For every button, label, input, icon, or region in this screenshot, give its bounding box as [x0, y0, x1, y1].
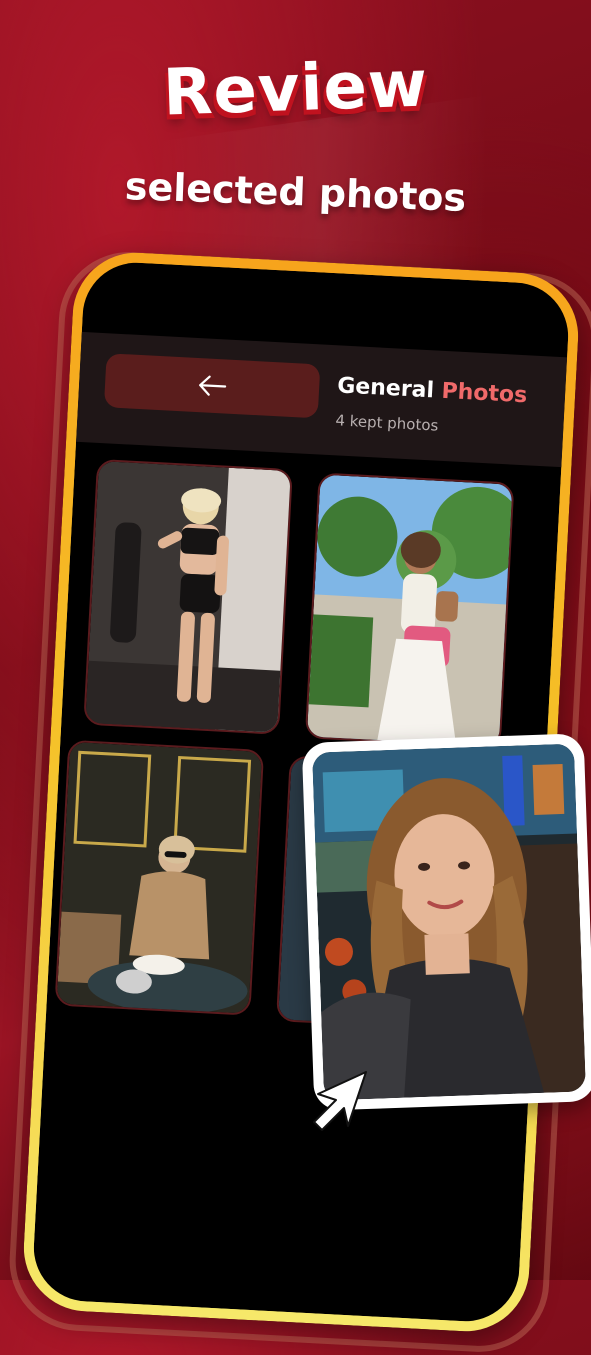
kept-photos-count: 4 kept photos	[335, 411, 439, 435]
featured-photo	[312, 743, 586, 1101]
photo-thumbnail-2[interactable]	[304, 472, 515, 749]
photo-thumbnail-3[interactable]	[54, 739, 265, 1016]
arrow-left-icon	[199, 375, 227, 396]
screen-header: General Photos 4 kept photos	[76, 331, 568, 468]
selfie-photo	[312, 743, 586, 1101]
title-general: General	[336, 373, 435, 404]
photo-thumbnail-1[interactable]	[83, 458, 293, 735]
park-photo	[306, 474, 515, 749]
cursor-pointer-icon	[313, 1071, 367, 1131]
page-title: General Photos	[337, 373, 528, 408]
cafe-photo	[56, 741, 265, 1016]
title-photos: Photos	[440, 378, 528, 409]
back-button[interactable]	[103, 353, 321, 419]
featured-photo-card[interactable]	[301, 733, 591, 1111]
gym-photo	[85, 460, 293, 735]
